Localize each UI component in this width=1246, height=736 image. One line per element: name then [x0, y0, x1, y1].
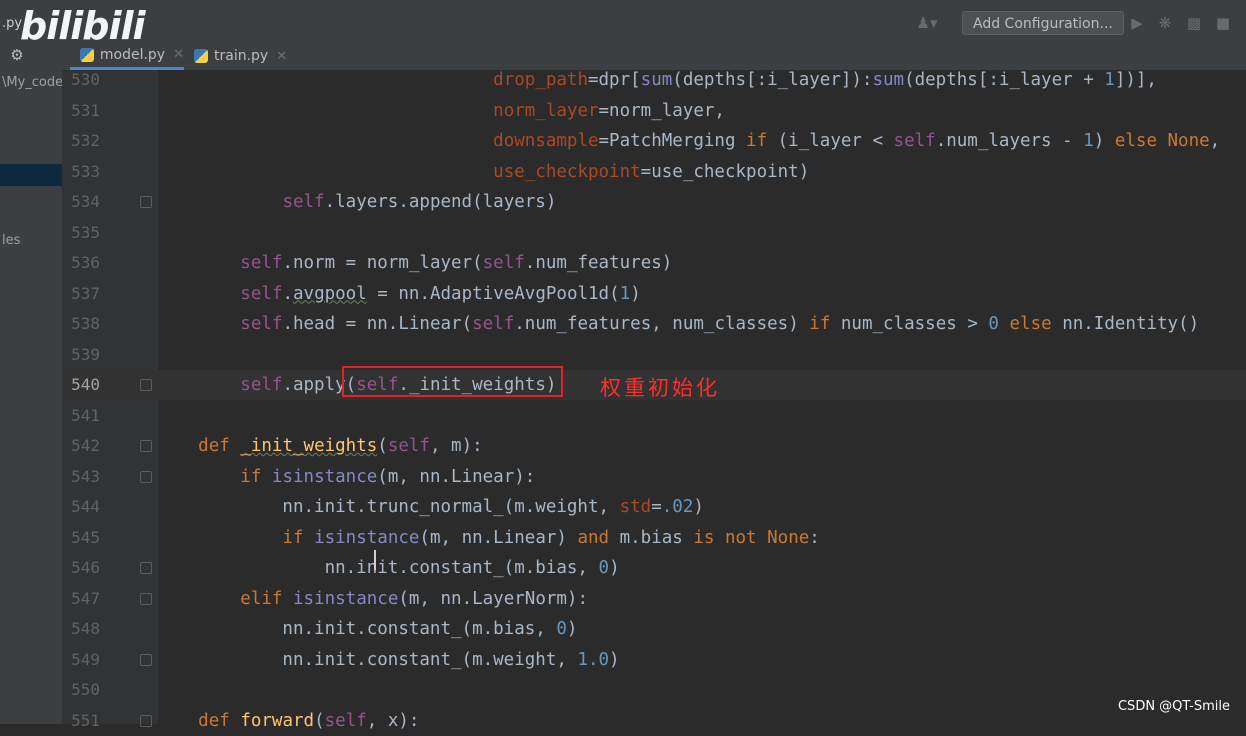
code-line[interactable]: self.avgpool = nn.AdaptiveAvgPool1d(1) — [156, 279, 640, 309]
project-item-label[interactable]: les — [2, 233, 20, 248]
code-line[interactable]: self.head = nn.Linear(self.num_features,… — [156, 309, 1199, 339]
code-line[interactable]: nn.init.constant_(m.bias, 0) — [156, 614, 577, 644]
code-line[interactable]: if isinstance(m, nn.Linear): — [156, 462, 535, 492]
code-line[interactable]: elif isinstance(m, nn.LayerNorm): — [156, 584, 588, 614]
project-file-label[interactable]: .py — [2, 16, 22, 31]
line-number: 551 — [71, 710, 100, 730]
fold-marker-icon[interactable] — [140, 440, 152, 452]
line-number: 546 — [71, 558, 100, 577]
run-icon[interactable]: ▶ — [1128, 14, 1146, 32]
python-file-icon — [80, 47, 94, 62]
code-line[interactable]: nn.init.trunc_normal_(m.weight, std=.02) — [156, 492, 703, 522]
project-path-label[interactable]: \My_code — [2, 75, 63, 90]
gear-icon[interactable]: ⚙ — [8, 46, 26, 64]
line-number: 549 — [71, 649, 100, 669]
bilibili-logo: bilibili — [20, 4, 146, 48]
line-number: 540 — [71, 375, 100, 394]
code-line[interactable]: nn.init.constant_(m.bias, 0) — [156, 553, 620, 583]
project-panel[interactable] — [0, 70, 62, 724]
fold-marker-icon[interactable] — [140, 592, 152, 605]
line-number: 544 — [71, 497, 100, 516]
selected-project-row[interactable] — [0, 164, 62, 186]
debug-icon[interactable]: ❋ — [1156, 14, 1174, 32]
add-configuration-button[interactable]: Add Configuration... — [962, 11, 1124, 35]
line-number: 536 — [71, 253, 100, 272]
code-line[interactable]: def forward(self, x): — [156, 706, 419, 736]
top-toolbar: bilibili ♟▾ Add Configuration... ▶ ❋ ▩ ■ — [0, 0, 1246, 48]
code-line[interactable]: downsample=PatchMerging if (i_layer < se… — [156, 126, 1220, 156]
text-cursor — [374, 550, 376, 570]
line-number: 543 — [71, 466, 100, 486]
fold-marker-icon[interactable] — [140, 379, 152, 391]
line-number: 533 — [71, 161, 100, 181]
line-number: 545 — [71, 527, 100, 547]
code-line[interactable]: self.layers.append(layers) — [156, 187, 556, 217]
fold-marker-icon[interactable] — [140, 196, 152, 208]
tab-label: train.py — [214, 48, 269, 64]
highlight-box — [342, 366, 563, 397]
code-line[interactable]: if isinstance(m, nn.Linear) and m.bias i… — [156, 523, 819, 553]
line-number: 538 — [71, 314, 100, 333]
stop-icon[interactable]: ■ — [1214, 14, 1232, 32]
fold-marker-icon[interactable] — [140, 470, 152, 483]
tab-label: model.py — [99, 46, 166, 63]
line-number: 548 — [71, 619, 100, 638]
line-number: 537 — [71, 283, 100, 303]
line-number: 547 — [71, 588, 100, 608]
line-number: 542 — [71, 436, 100, 455]
code-line[interactable]: self.norm = norm_layer(self.num_features… — [156, 248, 672, 278]
line-number: 532 — [71, 131, 100, 150]
close-icon[interactable]: ✕ — [173, 47, 184, 62]
python-file-icon — [194, 49, 208, 63]
annotation-text: 权重初始化 — [600, 376, 720, 400]
fold-marker-icon[interactable] — [140, 562, 152, 574]
line-number: 530 — [71, 70, 100, 89]
line-number: 539 — [71, 344, 100, 364]
line-number: 550 — [71, 680, 100, 699]
code-line[interactable]: nn.init.constant_(m.weight, 1.0) — [156, 645, 619, 675]
code-line[interactable]: drop_path=dpr[sum(depths[:i_layer]):sum(… — [156, 65, 1157, 95]
line-number: 534 — [71, 192, 100, 211]
watermark: CSDN @QT-Smile — [1117, 699, 1230, 714]
line-number: 535 — [71, 222, 100, 242]
fold-marker-icon[interactable] — [140, 714, 152, 727]
user-icon[interactable]: ♟▾ — [912, 14, 942, 32]
line-number: 531 — [71, 100, 100, 120]
code-line[interactable]: use_checkpoint=use_checkpoint) — [156, 157, 809, 187]
line-number: 541 — [71, 405, 100, 425]
code-line[interactable]: def _init_weights(self, m): — [156, 431, 483, 461]
coverage-icon[interactable]: ▩ — [1185, 14, 1203, 32]
fold-marker-icon[interactable] — [140, 653, 152, 666]
code-line[interactable]: norm_layer=norm_layer, — [156, 96, 725, 126]
close-icon[interactable]: ✕ — [276, 49, 287, 64]
